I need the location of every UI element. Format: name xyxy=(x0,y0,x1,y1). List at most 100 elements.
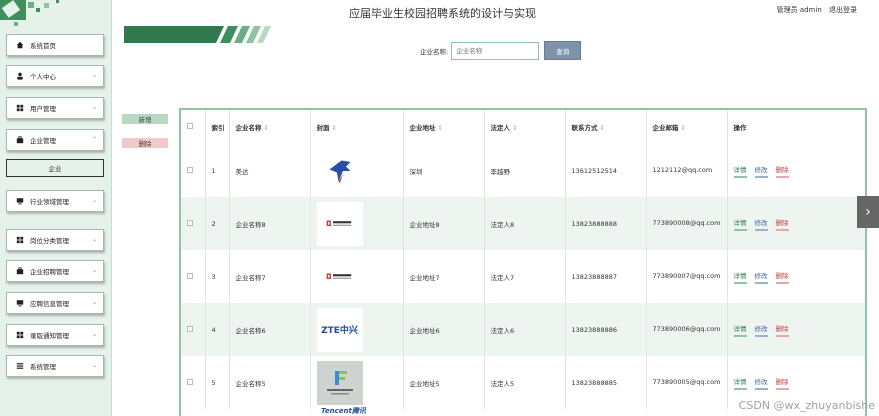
chevron-icon: ⌄ xyxy=(91,104,97,111)
row-checkbox[interactable] xyxy=(187,325,193,332)
row-select-cell xyxy=(181,303,206,356)
cell-legal: 法定人7 xyxy=(484,250,566,303)
sidebar-item-label: 岗位分类管理 xyxy=(30,237,69,245)
username-label: 管理员 admin xyxy=(776,6,822,14)
sort-icon[interactable]: ⇕ xyxy=(438,124,443,132)
bird-logo xyxy=(316,148,363,193)
row-select-cell xyxy=(181,356,206,409)
row-delete-button[interactable]: 删除 xyxy=(775,270,789,284)
group-logo xyxy=(316,201,363,246)
cell-phone: 13823888885 xyxy=(565,356,647,409)
column-header-address[interactable]: 企业地址 ⇕ xyxy=(403,110,485,144)
column-header-index: 索引 xyxy=(205,110,230,144)
row-delete-button[interactable]: 删除 xyxy=(775,164,789,178)
grid-icon xyxy=(15,236,24,245)
sort-icon[interactable]: ⇕ xyxy=(600,124,605,132)
grid-icon xyxy=(15,331,24,340)
sidebar-item[interactable]: 系统首页 xyxy=(6,34,104,56)
sidebar-subitem-company[interactable]: 企业 xyxy=(6,159,104,177)
column-header-cover[interactable]: 封面 ⇕ xyxy=(310,110,404,144)
sidebar-item[interactable]: 企业管理 ⌃ xyxy=(6,129,104,151)
search-input[interactable] xyxy=(451,41,540,60)
sort-icon[interactable]: ⇕ xyxy=(681,124,686,132)
column-header-phone[interactable]: 联系方式 ⇕ xyxy=(565,110,647,144)
breadcrumb-background xyxy=(124,26,271,43)
partial-row: Tencent腾讯 xyxy=(321,406,367,416)
sort-icon[interactable]: ⇕ xyxy=(512,124,517,132)
sidebar-item[interactable]: 用户管理 ⌄ xyxy=(6,97,104,119)
column-header-legal-label: 法定人 xyxy=(490,124,511,132)
detail-button[interactable]: 详情 xyxy=(733,164,747,178)
next-page-arrow-icon[interactable]: › xyxy=(857,196,879,228)
edit-button[interactable]: 修改 xyxy=(754,376,768,390)
sidebar-logo-decoration xyxy=(0,0,59,26)
company-table: 索引 企业名称 ⇕ 封面 ⇕ 企业地址 ⇕ 法定人 ⇕ 联系方式 ⇕ 企业邮箱 ⇕ 操作 1… xyxy=(179,108,867,416)
cell-address: 企业地址6 xyxy=(403,303,485,356)
sidebar-subitem-label: 企业 xyxy=(48,165,62,173)
select-all-checkbox[interactable] xyxy=(187,123,193,129)
sidebar-item[interactable]: 系统管理 ⌄ xyxy=(6,355,104,377)
row-checkbox[interactable] xyxy=(187,378,193,385)
cell-email: 773890008@qq.com xyxy=(646,197,728,250)
search-button[interactable]: 查询 xyxy=(544,41,582,60)
cell-email: 773890007@qq.com xyxy=(646,250,728,303)
column-header-email[interactable]: 企业邮箱 ⇕ xyxy=(646,110,728,144)
sort-icon[interactable]: ⇕ xyxy=(332,124,337,132)
chevron-icon: ⌃ xyxy=(91,136,97,143)
sidebar-item[interactable]: 应聘信息管理 ⌄ xyxy=(6,292,104,314)
cell-address: 深圳 xyxy=(403,144,485,197)
table-row: 3 企业名称7 企业地址7 法定人7 13823888887 773890007@qq.c… xyxy=(181,250,865,303)
column-header-legal[interactable]: 法定人 ⇕ xyxy=(484,110,566,144)
sidebar-item[interactable]: 岗位分类管理 ⌄ xyxy=(6,229,104,251)
sidebar-item[interactable]: 个人中心 ⌄ xyxy=(6,65,104,87)
column-header-address-label: 企业地址 xyxy=(409,124,436,132)
cell-email: 773890005@qq.com xyxy=(646,356,728,409)
column-header-name[interactable]: 企业名称 ⇕ xyxy=(229,110,311,144)
sidebar-item-label: 企业管理 xyxy=(30,137,56,145)
column-header-cover-label: 封面 xyxy=(316,124,330,132)
delete-button[interactable]: 删除 xyxy=(122,138,168,148)
cell-ops: 详情 修改 删除 xyxy=(727,144,865,197)
watermark: CSDN @wx_zhuyanbishe xyxy=(738,399,875,412)
add-button[interactable]: 新增 xyxy=(122,114,168,124)
chevron-icon: ⌄ xyxy=(91,362,97,369)
cell-index: 5 xyxy=(205,356,230,409)
edit-button[interactable]: 修改 xyxy=(754,217,768,231)
row-checkbox[interactable] xyxy=(187,166,193,173)
cell-cover xyxy=(310,356,404,409)
breadcrumb-current: 企业 xyxy=(158,6,171,13)
row-checkbox[interactable] xyxy=(187,272,193,279)
edit-button[interactable]: 修改 xyxy=(754,323,768,337)
sort-icon[interactable]: ⇕ xyxy=(264,124,269,132)
detail-button[interactable]: 详情 xyxy=(733,376,747,390)
cell-index: 3 xyxy=(205,250,230,303)
row-delete-button[interactable]: 删除 xyxy=(775,376,789,390)
detail-button[interactable]: 详情 xyxy=(733,270,747,284)
sidebar-item[interactable]: 行业领域管理 ⌄ xyxy=(6,190,104,212)
edit-button[interactable]: 修改 xyxy=(754,270,768,284)
cell-legal: 法定人8 xyxy=(484,197,566,250)
detail-button[interactable]: 详情 xyxy=(733,217,747,231)
edit-button[interactable]: 修改 xyxy=(754,164,768,178)
list-icon xyxy=(15,362,24,371)
sidebar-item[interactable]: 录取通知管理 ⌄ xyxy=(6,324,104,346)
cell-index: 2 xyxy=(205,197,230,250)
column-header-email-label: 企业邮箱 xyxy=(652,124,679,132)
row-delete-button[interactable]: 删除 xyxy=(775,323,789,337)
row-select-cell xyxy=(181,197,206,250)
logout-link[interactable]: 退出登录 xyxy=(829,6,857,14)
detail-button[interactable]: 详情 xyxy=(733,323,747,337)
row-checkbox[interactable] xyxy=(187,219,193,226)
sidebar-item-label: 用户管理 xyxy=(30,105,56,113)
grid-icon xyxy=(15,104,24,113)
chevron-icon: ⌄ xyxy=(91,267,97,274)
breadcrumb-home[interactable]: 系统首页 xyxy=(120,6,144,13)
search-label: 企业名称: xyxy=(420,47,449,56)
chevron-icon: ⌄ xyxy=(91,72,97,79)
row-delete-button[interactable]: 删除 xyxy=(775,217,789,231)
sidebar-item[interactable]: 企业招聘管理 ⌄ xyxy=(6,260,104,282)
column-header-name-label: 企业名称 xyxy=(235,124,262,132)
select-all-cell xyxy=(181,110,206,144)
fs-logo xyxy=(316,360,363,405)
briefcase-icon xyxy=(15,136,24,145)
